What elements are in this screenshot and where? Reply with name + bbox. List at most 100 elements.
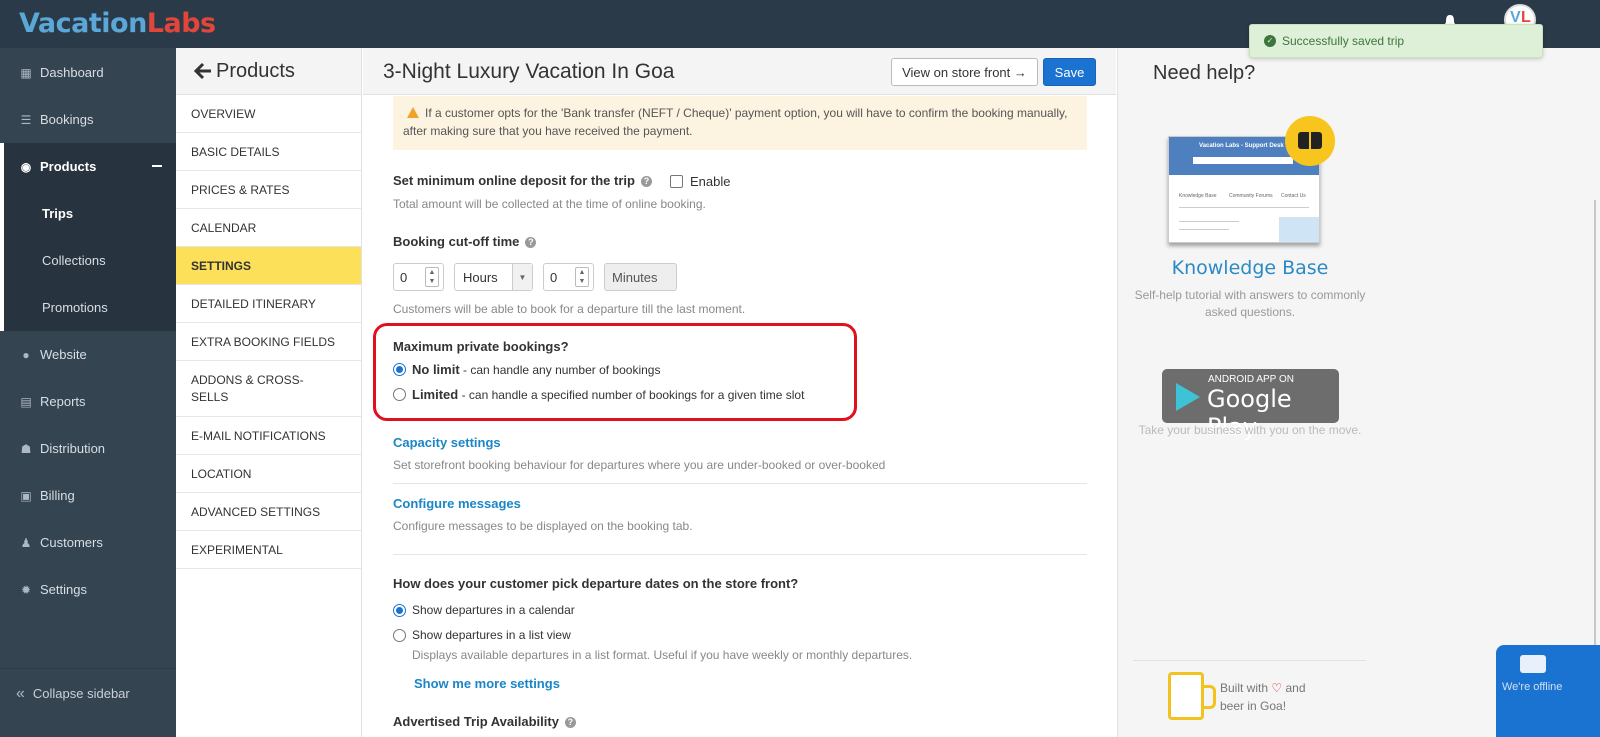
subnav-overview[interactable]: OVERVIEW [176, 95, 361, 133]
success-toast[interactable]: ✓ Successfully saved trip [1249, 24, 1543, 58]
no-limit-radio[interactable] [393, 363, 406, 376]
collapse-sidebar-button[interactable]: «Collapse sidebar [0, 668, 176, 718]
money-icon: ▣ [20, 488, 32, 503]
thumb-col: Community Forums [1229, 193, 1273, 199]
limited-radio[interactable] [393, 388, 406, 401]
users-icon: ☗ [20, 441, 32, 456]
sidebar-item-distribution[interactable]: ☗ Distribution [0, 425, 176, 472]
user-icon: ♟ [20, 535, 32, 550]
chevron-down-icon: ▼ [512, 264, 532, 290]
sidebar-item-customers[interactable]: ♟ Customers [0, 519, 176, 566]
sidebar-item-bookings[interactable]: ☰ Bookings [0, 96, 176, 143]
thumb-title: Vacation Labs - Support Desk [1199, 143, 1284, 149]
configure-messages-link[interactable]: Configure messages [393, 496, 521, 511]
help-icon[interactable]: ? [525, 237, 537, 248]
warning-icon [407, 107, 419, 118]
thumb-line [1179, 221, 1239, 222]
knowledge-base-link[interactable]: Knowledge Base [1118, 257, 1382, 279]
divider [393, 483, 1087, 484]
list-icon: ☰ [20, 112, 32, 127]
save-button[interactable]: Save [1043, 58, 1096, 86]
payment-warning: If a customer opts for the 'Bank transfe… [393, 96, 1087, 150]
page-header: 3-Night Luxury Vacation In Goa View on s… [363, 48, 1116, 95]
messages-desc: Configure messages to be displayed on th… [393, 519, 693, 533]
deposit-enable-label: Enable [690, 174, 731, 189]
google-play-badge[interactable]: ANDROID APP ON Google Play [1162, 369, 1339, 441]
subnav-settings[interactable]: SETTINGS [176, 247, 361, 285]
cutoff-minutes-addon: Minutes [604, 263, 677, 291]
spinner-icon[interactable]: ▲ ▼ [425, 267, 439, 287]
double-chevron-left-icon: « [16, 684, 25, 702]
scrollbar[interactable] [1594, 200, 1596, 660]
sidebar-item-settings[interactable]: ✹ Settings [0, 566, 176, 613]
subnav-experimental[interactable]: EXPERIMENTAL [176, 531, 361, 569]
gear-icon: ✹ [20, 582, 32, 597]
thumb-line [1179, 207, 1309, 208]
calendar-view-radio[interactable] [393, 604, 406, 617]
chat-status: We're offline [1502, 681, 1563, 693]
cutoff-hours-input[interactable]: 0 ▲ ▼ [393, 263, 444, 291]
subnav-addons[interactable]: ADDONS & CROSS-SELLS [176, 361, 361, 417]
chat-widget[interactable]: We're offline [1496, 645, 1600, 737]
lightbulb-icon: ◉ [20, 159, 32, 174]
no-limit-label: No limit - can handle any number of book… [412, 362, 661, 377]
sidebar-subitem-collections[interactable]: Collections [0, 237, 176, 284]
limited-label: Limited - can handle a specified number … [412, 387, 805, 402]
subnav-extra-booking-fields[interactable]: EXTRA BOOKING FIELDS [176, 323, 361, 361]
sidebar-item-billing[interactable]: ▣ Billing [0, 472, 176, 519]
cutoff-unit-select[interactable]: Hours ▼ [454, 263, 533, 291]
list-view-radio[interactable] [393, 629, 406, 642]
private-bookings-label: Maximum private bookings? [393, 339, 569, 354]
knowledge-base-desc: Self-help tutorial with answers to commo… [1134, 288, 1366, 319]
play-store-icon [1176, 383, 1200, 411]
divider [393, 554, 1087, 555]
sidebar-item-reports[interactable]: ▤ Reports [0, 378, 176, 425]
brand-logo[interactable]: VacationLabs [19, 8, 216, 39]
collapse-minus-icon[interactable] [152, 165, 162, 167]
subnav-prices-rates[interactable]: PRICES & RATES [176, 171, 361, 209]
capacity-settings-link[interactable]: Capacity settings [393, 435, 501, 450]
book-shape [1298, 132, 1322, 149]
subnav-calendar[interactable]: CALENDAR [176, 209, 361, 247]
spinner-icon[interactable]: ▲ ▼ [575, 267, 589, 287]
help-panel: Need help? Vacation Labs - Support Desk … [1117, 48, 1600, 737]
subnav-location[interactable]: LOCATION [176, 455, 361, 493]
calendar-view-label: Show departures in a calendar [412, 603, 575, 617]
cutoff-minutes-input[interactable]: 0 ▲ ▼ [543, 263, 594, 291]
sidebar-item-website[interactable]: ● Website [0, 331, 176, 378]
list-view-label: Show departures in a list view [412, 628, 571, 642]
google-play-desc: Take your business with you on the move. [1138, 423, 1362, 437]
help-title: Need help? [1153, 62, 1256, 84]
sidebar-item-products[interactable]: ◉ Products [0, 143, 176, 190]
help-icon[interactable]: ? [564, 717, 576, 728]
deposit-enable-checkbox[interactable] [670, 175, 683, 188]
deposit-label: Set minimum online deposit for the trip? [393, 173, 652, 188]
view-on-store-front-button[interactable]: View on store front → [891, 58, 1038, 86]
arrow-left-icon [194, 62, 211, 80]
page-title: 3-Night Luxury Vacation In Goa [383, 60, 675, 83]
next-section-label: Advertised Trip Availability? [393, 714, 576, 729]
sidebar-subitem-trips[interactable]: Trips [0, 190, 176, 237]
subnav-advanced-settings[interactable]: ADVANCED SETTINGS [176, 493, 361, 531]
thumb-search [1193, 157, 1293, 164]
cutoff-label: Booking cut-off time? [393, 234, 537, 249]
departures-label: How does your customer pick departure da… [393, 576, 799, 591]
globe-icon: ● [22, 347, 30, 362]
subnav-email-notifications[interactable]: E-MAIL NOTIFICATIONS [176, 417, 361, 455]
check-circle-icon: ✓ [1264, 35, 1276, 47]
sidebar-subitem-promotions[interactable]: Promotions [0, 284, 176, 331]
main-sidebar: ▦ Dashboard ☰ Bookings ◉ Products Trips Col… [0, 48, 176, 737]
help-icon[interactable]: ? [640, 176, 652, 187]
show-more-settings-link[interactable]: Show me more settings [414, 676, 560, 691]
beer-mug-icon [1168, 672, 1216, 720]
product-subnav: Products OVERVIEW BASIC DETAILS PRICES &… [176, 48, 362, 737]
subnav-detailed-itinerary[interactable]: DETAILED ITINERARY [176, 285, 361, 323]
back-to-products[interactable]: Products [176, 48, 361, 95]
deposit-hint: Total amount will be collected at the ti… [393, 197, 706, 211]
list-view-desc: Displays available departures in a list … [412, 648, 913, 662]
sidebar-item-dashboard[interactable]: ▦ Dashboard [0, 49, 176, 96]
tachometer-icon: ▦ [20, 65, 32, 80]
heart-icon: ♡ [1271, 681, 1283, 695]
thumb-col: Contact Us [1281, 193, 1306, 199]
subnav-basic-details[interactable]: BASIC DETAILS [176, 133, 361, 171]
